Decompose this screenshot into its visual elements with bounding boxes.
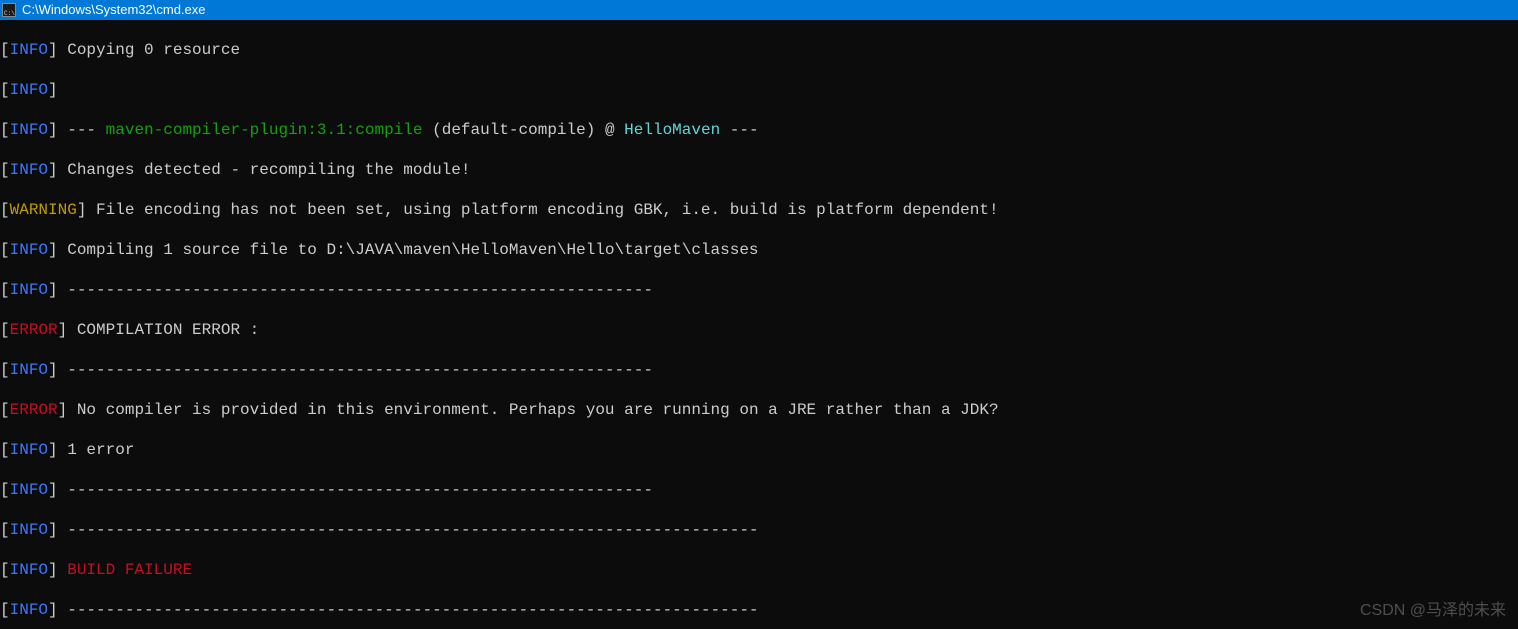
console-line: [INFO] Compiling 1 source file to D:\JAV… [0, 240, 1518, 260]
console-line: [INFO] ---------------------------------… [0, 480, 1518, 500]
console-line: [INFO] ---------------------------------… [0, 360, 1518, 380]
console-line: [ERROR] COMPILATION ERROR : [0, 320, 1518, 340]
console-line: [INFO] ---------------------------------… [0, 600, 1518, 620]
console-line: [INFO] ---------------------------------… [0, 520, 1518, 540]
console-line: [INFO] 1 error [0, 440, 1518, 460]
window-title: C:\Windows\System32\cmd.exe [22, 0, 206, 20]
console-line: [INFO] --- maven-compiler-plugin:3.1:com… [0, 120, 1518, 140]
console-line: [INFO] Changes detected - recompiling th… [0, 160, 1518, 180]
console-line: [ERROR] No compiler is provided in this … [0, 400, 1518, 420]
window-titlebar[interactable]: C:\Windows\System32\cmd.exe [0, 0, 1518, 20]
console-output[interactable]: [INFO] Copying 0 resource [INFO] [INFO] … [0, 20, 1518, 629]
console-line: [INFO] BUILD FAILURE [0, 560, 1518, 580]
console-line: [INFO] [0, 80, 1518, 100]
cmd-icon [2, 3, 16, 17]
console-line: [INFO] ---------------------------------… [0, 280, 1518, 300]
console-line: [INFO] Copying 0 resource [0, 40, 1518, 60]
console-line: [WARNING] File encoding has not been set… [0, 200, 1518, 220]
